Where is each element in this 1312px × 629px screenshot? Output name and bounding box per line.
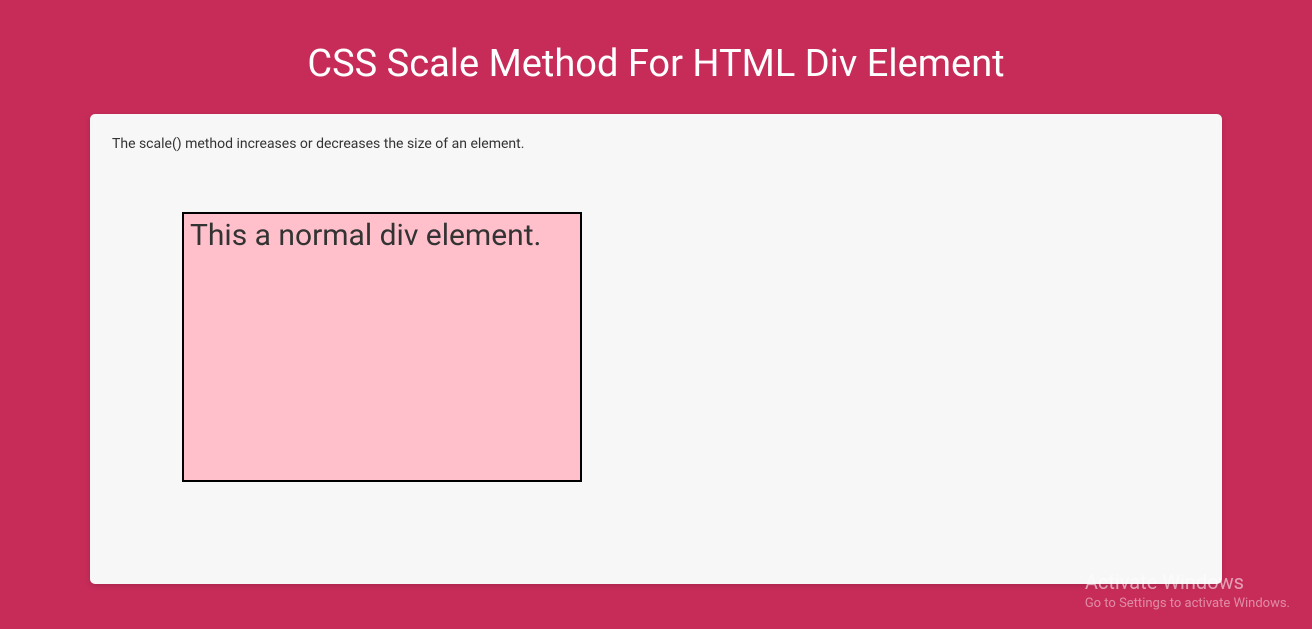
content-card: The scale() method increases or decrease… — [90, 114, 1222, 584]
page-title: CSS Scale Method For HTML Div Element — [0, 0, 1312, 114]
watermark-subtitle: Go to Settings to activate Windows. — [1085, 596, 1290, 611]
scale-description: The scale() method increases or decrease… — [112, 136, 1200, 152]
demo-div-element: This a normal div element. — [182, 212, 582, 482]
demo-div-text: This a normal div element. — [190, 218, 574, 253]
